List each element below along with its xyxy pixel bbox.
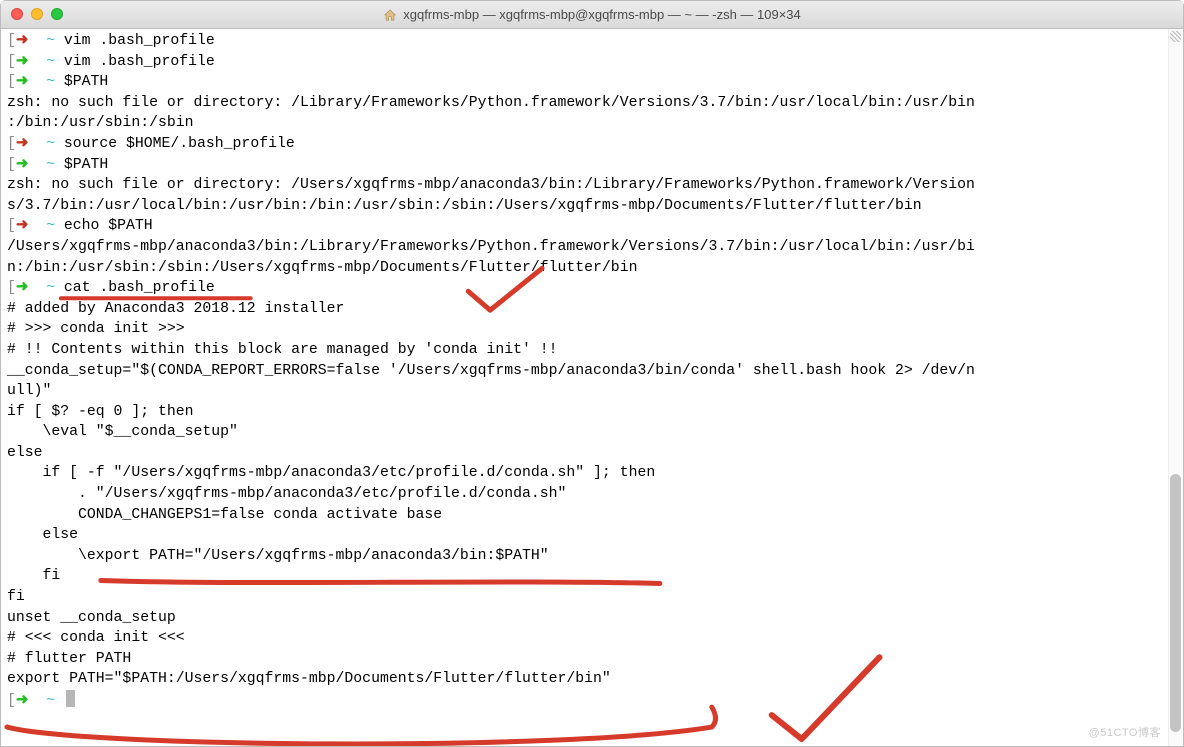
zoom-icon[interactable] bbox=[51, 8, 63, 20]
prompt-line: [➜ ~ bbox=[7, 690, 1179, 712]
output-text: zsh: no such file or directory: /Library… bbox=[7, 93, 975, 114]
command-text: $PATH bbox=[64, 74, 108, 90]
prompt-tilde: ~ bbox=[46, 74, 55, 90]
output-text: else bbox=[7, 525, 78, 546]
close-icon[interactable] bbox=[11, 8, 23, 20]
output-line: # !! Contents within this block are mana… bbox=[7, 340, 1179, 361]
prompt-arrow-icon: ➜ bbox=[16, 693, 28, 709]
output-text: else bbox=[7, 443, 43, 464]
output-text: unset __conda_setup bbox=[7, 608, 176, 629]
output-text: if [ -f "/Users/xgqfrms-mbp/anaconda3/et… bbox=[7, 463, 655, 484]
cursor-icon bbox=[66, 690, 75, 707]
output-line: export PATH="$PATH:/Users/xgqfrms-mbp/Do… bbox=[7, 669, 1179, 690]
prompt-arrow-icon: ➜ bbox=[16, 74, 28, 90]
output-text: s/3.7/bin:/usr/local/bin:/usr/bin:/bin:/… bbox=[7, 196, 922, 217]
prompt-line: [➜ ~ cat .bash_profile] bbox=[7, 278, 1179, 299]
output-text: n:/bin:/usr/sbin:/sbin:/Users/xgqfrms-mb… bbox=[7, 258, 637, 279]
prompt-line: [➜ ~ $PATH] bbox=[7, 72, 1179, 93]
output-line: # flutter PATH bbox=[7, 649, 1179, 670]
command-text: $PATH bbox=[64, 157, 108, 173]
prompt-arrow-icon: ➜ bbox=[16, 136, 28, 152]
output-line: fi bbox=[7, 587, 1179, 608]
prompt-line: [➜ ~ $PATH] bbox=[7, 155, 1179, 176]
output-line: s/3.7/bin:/usr/local/bin:/usr/bin:/bin:/… bbox=[7, 196, 1179, 217]
prompt-tilde: ~ bbox=[46, 693, 55, 709]
output-text: :/bin:/usr/sbin:/sbin bbox=[7, 113, 193, 134]
command-text: source $HOME/.bash_profile bbox=[64, 136, 295, 152]
prompt-line: [➜ ~ vim .bash_profile] bbox=[7, 52, 1179, 73]
output-text: if [ $? -eq 0 ]; then bbox=[7, 402, 193, 423]
output-text: \export PATH="/Users/xgqfrms-mbp/anacond… bbox=[7, 546, 549, 567]
output-line: else bbox=[7, 443, 1179, 464]
scrollbar-thumb[interactable] bbox=[1170, 474, 1181, 732]
output-line: fi bbox=[7, 566, 1179, 587]
output-line: # added by Anaconda3 2018.12 installer bbox=[7, 299, 1179, 320]
prompt-tilde: ~ bbox=[46, 218, 55, 234]
prompt-arrow-icon: ➜ bbox=[16, 218, 28, 234]
prompt-line: [➜ ~ source $HOME/.bash_profile] bbox=[7, 134, 1179, 155]
terminal-body[interactable]: [➜ ~ vim .bash_profile][➜ ~ vim .bash_pr… bbox=[1, 29, 1183, 746]
output-text: /Users/xgqfrms-mbp/anaconda3/bin:/Librar… bbox=[7, 237, 975, 258]
output-line: zsh: no such file or directory: /Library… bbox=[7, 93, 1179, 114]
output-text: # added by Anaconda3 2018.12 installer bbox=[7, 299, 344, 320]
output-text: ull)" bbox=[7, 381, 51, 402]
output-text: CONDA_CHANGEPS1=false conda activate bas… bbox=[7, 505, 442, 526]
output-line: zsh: no such file or directory: /Users/x… bbox=[7, 175, 1179, 196]
traffic-lights bbox=[11, 8, 63, 20]
output-line: if [ -f "/Users/xgqfrms-mbp/anaconda3/et… bbox=[7, 463, 1179, 484]
command-text: vim .bash_profile bbox=[64, 54, 215, 70]
scroll-hatch-icon bbox=[1170, 31, 1181, 42]
prompt-arrow-icon: ➜ bbox=[16, 33, 28, 49]
output-text: # flutter PATH bbox=[7, 649, 131, 670]
prompt-arrow-icon: ➜ bbox=[16, 157, 28, 173]
command-text: echo $PATH bbox=[64, 218, 153, 234]
prompt-tilde: ~ bbox=[46, 136, 55, 152]
prompt-tilde: ~ bbox=[46, 280, 55, 296]
prompt-line: [➜ ~ echo $PATH] bbox=[7, 216, 1179, 237]
watermark-text: @51CTO博客 bbox=[1089, 724, 1161, 740]
prompt-tilde: ~ bbox=[46, 54, 55, 70]
output-text: export PATH="$PATH:/Users/xgqfrms-mbp/Do… bbox=[7, 669, 611, 690]
output-line: # <<< conda init <<< bbox=[7, 628, 1179, 649]
output-line: :/bin:/usr/sbin:/sbin bbox=[7, 113, 1179, 134]
prompt-arrow-icon: ➜ bbox=[16, 280, 28, 296]
prompt-tilde: ~ bbox=[46, 33, 55, 49]
output-text: # >>> conda init >>> bbox=[7, 319, 185, 340]
output-text: # <<< conda init <<< bbox=[7, 628, 185, 649]
output-line: unset __conda_setup bbox=[7, 608, 1179, 629]
home-icon bbox=[383, 8, 397, 22]
output-text: fi bbox=[7, 566, 60, 587]
prompt-arrow-icon: ➜ bbox=[16, 54, 28, 70]
output-line: . "/Users/xgqfrms-mbp/anaconda3/etc/prof… bbox=[7, 484, 1179, 505]
output-text: # !! Contents within this block are mana… bbox=[7, 340, 558, 361]
window-title-text: xgqfrms-mbp — xgqfrms-mbp@xgqfrms-mbp — … bbox=[403, 7, 801, 22]
window-titlebar[interactable]: xgqfrms-mbp — xgqfrms-mbp@xgqfrms-mbp — … bbox=[1, 1, 1183, 29]
output-line: if [ $? -eq 0 ]; then bbox=[7, 402, 1179, 423]
output-line: n:/bin:/usr/sbin:/sbin:/Users/xgqfrms-mb… bbox=[7, 258, 1179, 279]
output-line: \eval "$__conda_setup" bbox=[7, 422, 1179, 443]
output-text: . "/Users/xgqfrms-mbp/anaconda3/etc/prof… bbox=[7, 484, 566, 505]
output-line: \export PATH="/Users/xgqfrms-mbp/anacond… bbox=[7, 546, 1179, 567]
window-title: xgqfrms-mbp — xgqfrms-mbp@xgqfrms-mbp — … bbox=[383, 7, 801, 22]
command-text: cat .bash_profile bbox=[64, 280, 215, 296]
output-line: else bbox=[7, 525, 1179, 546]
output-line: # >>> conda init >>> bbox=[7, 319, 1179, 340]
output-text: __conda_setup="$(CONDA_REPORT_ERRORS=fal… bbox=[7, 361, 975, 382]
output-text: zsh: no such file or directory: /Users/x… bbox=[7, 175, 975, 196]
command-text: vim .bash_profile bbox=[64, 33, 215, 49]
output-text: fi bbox=[7, 587, 25, 608]
terminal-body-wrap: [➜ ~ vim .bash_profile][➜ ~ vim .bash_pr… bbox=[1, 29, 1183, 746]
prompt-tilde: ~ bbox=[46, 157, 55, 173]
output-line: ull)" bbox=[7, 381, 1179, 402]
output-line: /Users/xgqfrms-mbp/anaconda3/bin:/Librar… bbox=[7, 237, 1179, 258]
minimize-icon[interactable] bbox=[31, 8, 43, 20]
output-line: CONDA_CHANGEPS1=false conda activate bas… bbox=[7, 505, 1179, 526]
output-text: \eval "$__conda_setup" bbox=[7, 422, 238, 443]
output-line: __conda_setup="$(CONDA_REPORT_ERRORS=fal… bbox=[7, 361, 1179, 382]
terminal-window: xgqfrms-mbp — xgqfrms-mbp@xgqfrms-mbp — … bbox=[0, 0, 1184, 747]
prompt-line: [➜ ~ vim .bash_profile] bbox=[7, 31, 1179, 52]
scrollbar-track[interactable] bbox=[1168, 29, 1183, 746]
